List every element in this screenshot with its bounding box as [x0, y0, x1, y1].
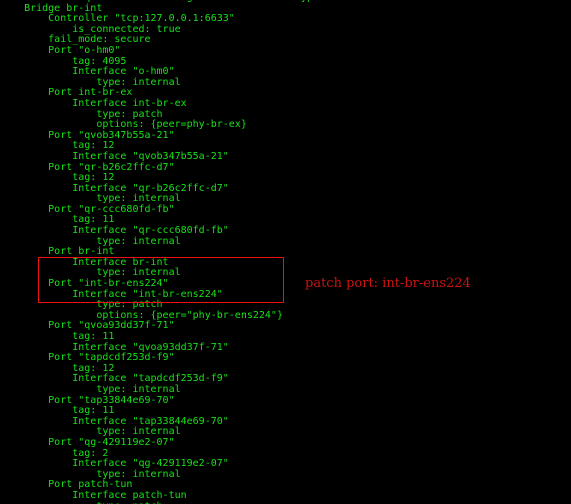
terminal-line: Interface int-br-ex	[0, 97, 187, 109]
terminal-line: tag: 11	[0, 331, 115, 342]
terminal-line: Port "qg-429119e2-07"	[0, 436, 175, 448]
console-output: Port "qvoXXXXXXXX" tag: 1 Interface type…	[0, 0, 571, 504]
terminal-window[interactable]: Port "qvoXXXXXXXX" tag: 1 Interface type…	[0, 0, 571, 504]
terminal-line: type: internal	[0, 383, 181, 395]
terminal-line: Port "o-hm0"	[0, 44, 121, 56]
terminal-line: Interface "qvob347b55a-21"	[0, 150, 229, 162]
terminal-line: Interface patch-tun	[0, 489, 187, 501]
annotation-patch-port: patch port: int-br-ens224	[305, 276, 471, 291]
